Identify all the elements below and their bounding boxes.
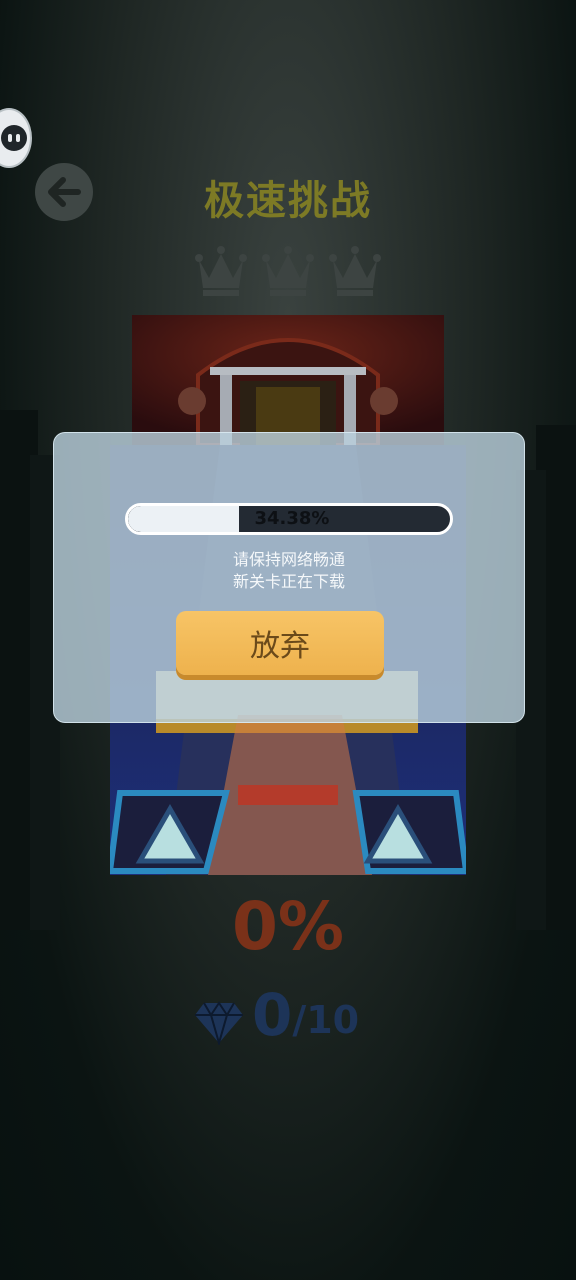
crown-rating (193, 244, 383, 300)
network-message: 请保持网络畅通 (232, 550, 345, 569)
crown-icon (329, 246, 381, 296)
crown-icon (195, 246, 247, 296)
gems-total: /10 (292, 998, 360, 1042)
robot-face-icon (1, 125, 27, 151)
downloading-message: 新关卡正在下载 (232, 572, 345, 591)
download-progress-bar: 34.38% (125, 503, 453, 535)
download-dialog: 34.38% 请保持网络畅通 新关卡正在下载 放弃 (53, 432, 525, 723)
giveup-button[interactable]: 放弃 (176, 611, 384, 675)
avatar-button[interactable] (0, 108, 32, 168)
level-progress-percent: 0% (231, 888, 345, 965)
crown-icon (262, 246, 314, 296)
diamond-icon (195, 1001, 243, 1045)
gems-collected: 0 (252, 981, 293, 1049)
page-title: 极速挑战 (204, 178, 372, 224)
download-progress-text: 34.38% (254, 508, 330, 529)
gem-counter: 0 /10 (194, 985, 359, 1045)
